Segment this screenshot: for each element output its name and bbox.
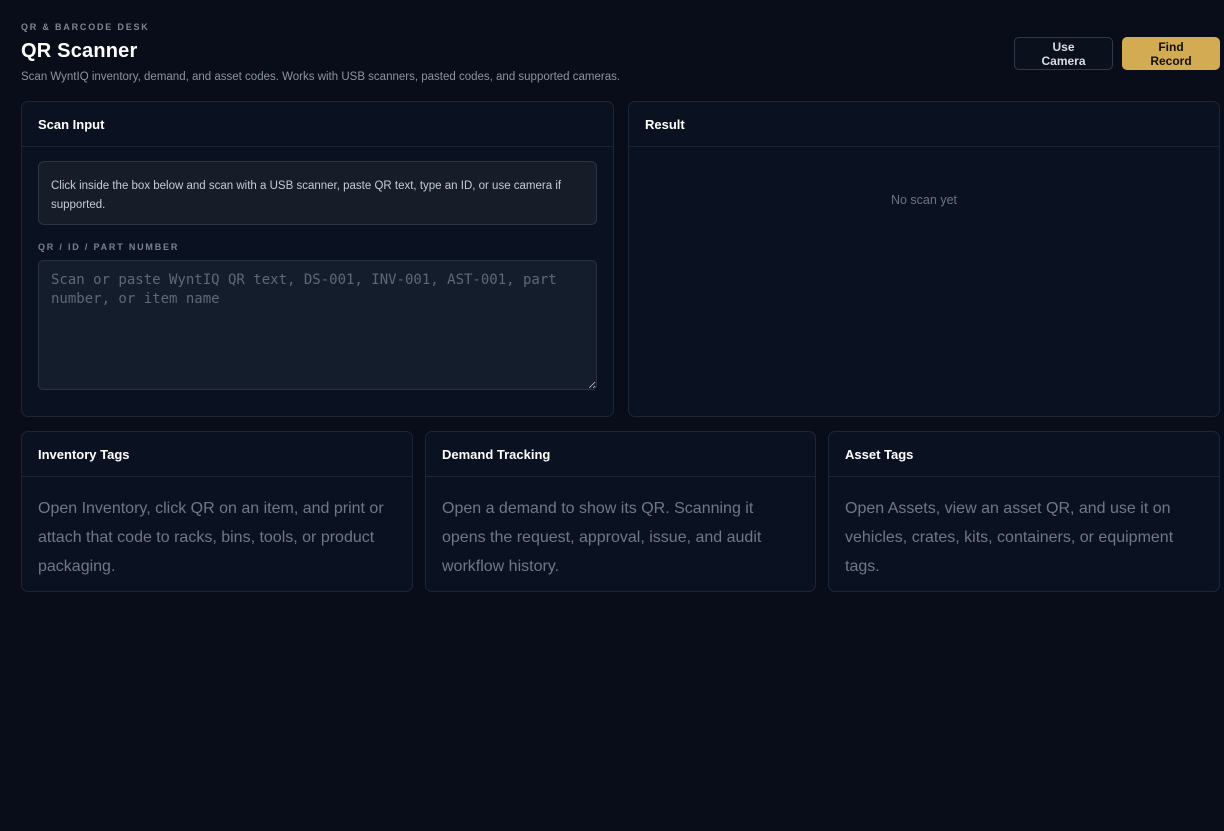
scan-input-body: Click inside the box below and scan with… [22,147,613,390]
asset-tags-card: Asset Tags Open Assets, view an asset QR… [828,431,1220,592]
find-record-button[interactable]: Find Record [1122,37,1220,70]
demand-tracking-description: Open a demand to show its QR. Scanning i… [442,500,762,575]
page-eyebrow: QR & BARCODE DESK [21,22,150,32]
page-header: QR & BARCODE DESK QR Scanner Scan WyntIQ… [21,0,1220,101]
scan-hint: Click inside the box below and scan with… [38,161,597,225]
scan-textarea[interactable] [38,260,597,390]
inventory-tags-title: Inventory Tags [22,432,412,477]
inventory-tags-card: Inventory Tags Open Inventory, click QR … [21,431,413,592]
asset-tags-title: Asset Tags [829,432,1219,477]
result-panel: Result No scan yet [628,101,1220,417]
scan-input-title: Scan Input [22,102,613,147]
page-subtitle: Scan WyntIQ inventory, demand, and asset… [21,71,621,83]
demand-tracking-title: Demand Tracking [426,432,815,477]
result-title: Result [629,102,1219,147]
qr-scanner-page: QR & BARCODE DESK QR Scanner Scan WyntIQ… [0,0,1224,831]
demand-tracking-card: Demand Tracking Open a demand to show it… [425,431,816,592]
use-camera-button[interactable]: Use Camera [1014,37,1113,70]
inventory-tags-description: Open Inventory, click QR on an item, and… [38,500,384,575]
scan-input-panel: Scan Input Click inside the box below an… [21,101,614,417]
result-empty-state: No scan yet [890,193,957,207]
asset-tags-description: Open Assets, view an asset QR, and use i… [845,500,1174,575]
header-actions: Use Camera Find Record [1014,37,1220,70]
scan-field-label: QR / ID / PART NUMBER [38,242,180,252]
page-title: QR Scanner [21,40,138,62]
